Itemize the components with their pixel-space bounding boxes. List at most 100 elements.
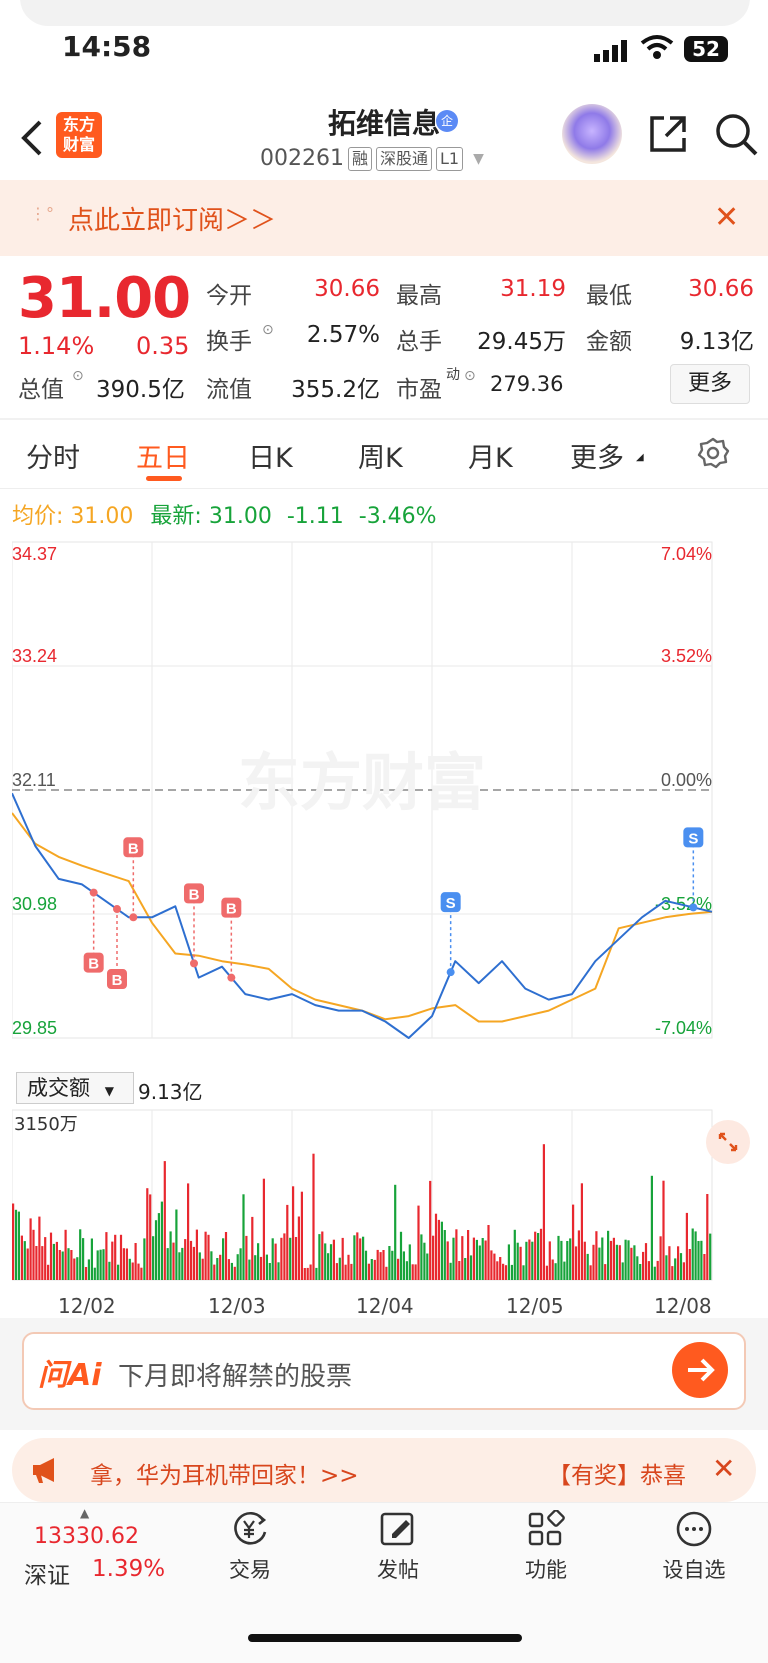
open-label: 今开 <box>206 283 252 309</box>
date-label: 12/04 <box>356 1294 414 1318</box>
volume-bar <box>356 1232 359 1280</box>
share-icon[interactable] <box>646 112 690 156</box>
volume-bar <box>160 1201 163 1280</box>
divider <box>0 418 768 420</box>
more-quote-button[interactable]: 更多 <box>670 364 750 404</box>
volume-bar <box>163 1161 166 1280</box>
promo-text[interactable]: 拿，华为耳机带回家！>> <box>90 1456 359 1490</box>
tab-five-day[interactable]: 五日 <box>136 436 190 475</box>
volume-bar <box>452 1237 455 1280</box>
trade-marker-label: S <box>688 830 698 847</box>
volume-bar <box>694 1231 697 1280</box>
settings-gear-icon[interactable] <box>696 436 730 470</box>
volume-bar <box>502 1263 505 1280</box>
volume-bar <box>464 1258 467 1280</box>
volume-bar <box>230 1262 233 1280</box>
index-pct[interactable]: 1.39% <box>92 1556 165 1582</box>
nav-add-watchlist-label: 设自选 <box>662 1558 726 1582</box>
volume-bar <box>467 1230 470 1280</box>
volume-bar <box>677 1246 680 1280</box>
date-label: 12/08 <box>654 1294 712 1318</box>
volume-bar <box>303 1268 306 1280</box>
tab-daily-k[interactable]: 日K <box>248 436 293 475</box>
expand-chart-icon[interactable] <box>706 1120 750 1164</box>
volume-bar <box>525 1241 528 1280</box>
volume-bar <box>12 1203 15 1280</box>
stock-code-row: 002261 融 深股通 L1 ▼ <box>260 146 484 171</box>
five-day-price-chart[interactable]: 34.37 33.24 32.11 30.98 29.85 7.04% 3.52% 0.00%… <box>12 538 756 1068</box>
total-cap-value: 390.5亿 <box>96 377 185 403</box>
volume-bar <box>414 1264 417 1280</box>
volume-bar <box>449 1262 452 1280</box>
volume-bar <box>344 1264 347 1280</box>
search-icon[interactable] <box>712 110 760 158</box>
volume-bar <box>134 1243 137 1280</box>
volume-bar <box>347 1254 350 1280</box>
ai-search-placeholder[interactable]: 下月即将解禁的股票 <box>118 1356 352 1393</box>
volume-bar <box>685 1212 688 1280</box>
change-percent: 1.14% <box>18 332 95 360</box>
volume-bar <box>426 1253 429 1280</box>
volume-bar <box>286 1204 289 1280</box>
volume-bar <box>481 1238 484 1280</box>
banner-close-icon[interactable]: ✕ <box>714 200 739 235</box>
volume-bar <box>516 1242 519 1280</box>
subscribe-link[interactable]: 点此立即订阅＞＞ <box>68 200 276 237</box>
volume-bar <box>405 1261 408 1280</box>
volume-bar <box>105 1232 108 1280</box>
volume-bar <box>569 1238 572 1280</box>
wifi-icon <box>640 35 674 59</box>
volume-bar <box>379 1252 382 1280</box>
change-amount: 0.35 <box>136 332 190 360</box>
volume-bar <box>429 1180 432 1280</box>
volume-bar <box>239 1248 242 1280</box>
nav-trade[interactable]: 交易 <box>190 1510 310 1584</box>
volume-bar <box>607 1230 610 1280</box>
tab-monthly-k[interactable]: 月K <box>468 436 513 475</box>
date-label: 12/05 <box>506 1294 564 1318</box>
volume-bar <box>589 1265 592 1280</box>
volume-bar <box>615 1244 618 1280</box>
volume-bar <box>627 1240 630 1280</box>
ai-robot-avatar[interactable] <box>562 104 622 164</box>
promo-close-icon[interactable]: ✕ <box>712 1452 735 1485</box>
volume-bar <box>187 1183 190 1280</box>
percent-tick-label: -7.04% <box>655 1018 712 1038</box>
volume-bar <box>350 1263 353 1280</box>
volume-bar <box>131 1262 134 1280</box>
volume-chart[interactable] <box>12 1106 756 1288</box>
volume-type-select[interactable]: 成交额 ▼ <box>16 1072 134 1104</box>
index-name[interactable]: 深证 <box>24 1556 70 1590</box>
volume-bar <box>709 1233 712 1280</box>
volume-bar <box>76 1257 79 1280</box>
promo-text-2[interactable]: 【有奖】恭喜 <box>548 1456 686 1490</box>
nav-post[interactable]: 发帖 <box>338 1510 458 1584</box>
dropdown-arrow-icon: ▼ <box>104 1084 114 1098</box>
info-icon[interactable]: ⊙ <box>262 322 274 338</box>
nav-functions[interactable]: 功能 <box>486 1510 606 1584</box>
nav-add-watchlist[interactable]: 设自选 <box>634 1510 754 1584</box>
index-value[interactable]: 13330.62 <box>34 1524 139 1549</box>
volume-bar <box>531 1241 534 1280</box>
volume-bar <box>554 1263 557 1280</box>
volume-bar <box>420 1234 423 1280</box>
float-cap-value: 355.2亿 <box>291 377 380 403</box>
volume-bar <box>618 1245 621 1280</box>
volume-bar <box>222 1238 225 1280</box>
volume-bar <box>691 1228 694 1280</box>
tab-more[interactable]: 更多 <box>570 436 624 475</box>
ai-go-button[interactable] <box>672 1342 728 1398</box>
volume-bar <box>522 1265 525 1280</box>
volume-bar <box>510 1264 513 1280</box>
tab-intraday[interactable]: 分时 <box>26 436 80 475</box>
volume-bar <box>189 1240 193 1280</box>
info-icon[interactable]: ⊙ <box>464 368 476 384</box>
info-icon[interactable]: ⊙ <box>72 368 84 384</box>
volume-bar <box>679 1253 683 1280</box>
volume-bar <box>653 1266 656 1280</box>
cellular-signal-icon <box>594 40 627 62</box>
caret-down-icon[interactable]: ▼ <box>473 151 484 167</box>
volume-bar <box>216 1258 219 1280</box>
tab-weekly-k[interactable]: 周K <box>358 436 403 475</box>
status-time: 14:58 <box>62 30 152 63</box>
